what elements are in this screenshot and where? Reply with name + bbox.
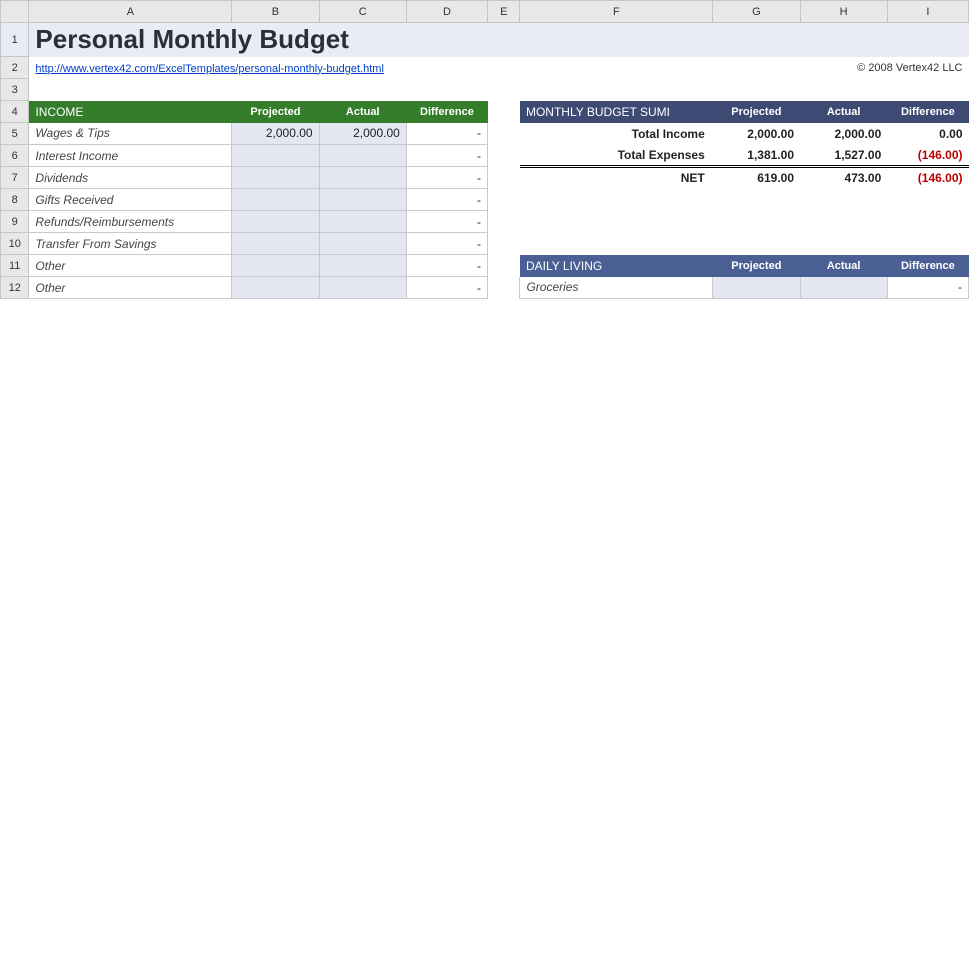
line-item[interactable]: Dividends xyxy=(29,167,232,189)
projected-cell[interactable] xyxy=(232,233,319,255)
line-item[interactable]: Transfer From Savings xyxy=(29,233,232,255)
line-item[interactable]: Refunds/Reimbursements xyxy=(29,211,232,233)
projected-cell[interactable] xyxy=(232,255,319,277)
difference-cell: - xyxy=(406,167,487,189)
summary-header: MONTHLY BUDGET SUMI xyxy=(520,101,713,123)
template-link[interactable]: http://www.vertex42.com/ExcelTemplates/p… xyxy=(35,63,384,75)
actual-cell[interactable] xyxy=(319,145,406,167)
col-header-G[interactable]: G xyxy=(713,1,800,23)
copyright: © 2008 Vertex42 LLC xyxy=(520,57,969,79)
summary-total-expenses: Total Expenses xyxy=(520,145,713,167)
line-item[interactable]: Groceries xyxy=(520,277,713,299)
col-header-A[interactable]: A xyxy=(29,1,232,23)
actual-cell[interactable]: 2,000.00 xyxy=(319,123,406,145)
section-income: INCOME xyxy=(29,101,232,123)
summary-total-income: Total Income xyxy=(520,123,713,145)
actual-cell[interactable] xyxy=(800,277,887,299)
projected-cell[interactable] xyxy=(232,211,319,233)
line-item[interactable]: Wages & Tips xyxy=(29,123,232,145)
line-item[interactable]: Interest Income xyxy=(29,145,232,167)
difference-cell: - xyxy=(406,145,487,167)
projected-cell[interactable] xyxy=(232,189,319,211)
projected-cell[interactable] xyxy=(232,277,319,299)
difference-cell: - xyxy=(406,255,487,277)
actual-cell[interactable] xyxy=(319,211,406,233)
actual-cell[interactable] xyxy=(319,167,406,189)
col-header-C[interactable]: C xyxy=(319,1,406,23)
col-header-E[interactable]: E xyxy=(488,1,520,23)
line-item[interactable]: Other xyxy=(29,255,232,277)
difference-cell: - xyxy=(406,123,487,145)
line-item[interactable]: Other xyxy=(29,277,232,299)
summary-net: NET xyxy=(520,167,713,189)
page-title: Personal Monthly Budget xyxy=(29,23,969,57)
col-header-B[interactable]: B xyxy=(232,1,319,23)
projected-cell[interactable] xyxy=(713,277,800,299)
col-header-I[interactable]: I xyxy=(887,1,968,23)
actual-cell[interactable] xyxy=(319,189,406,211)
col-header-D[interactable]: D xyxy=(406,1,487,23)
actual-cell[interactable] xyxy=(319,277,406,299)
projected-cell[interactable] xyxy=(232,145,319,167)
col-header-H[interactable]: H xyxy=(800,1,887,23)
projected-cell[interactable] xyxy=(232,167,319,189)
difference-cell: - xyxy=(406,277,487,299)
spreadsheet[interactable]: ABCDEFGHI1Personal Monthly Budget2http:/… xyxy=(0,0,969,299)
projected-cell[interactable]: 2,000.00 xyxy=(232,123,319,145)
difference-cell: - xyxy=(887,277,968,299)
col-header-F[interactable]: F xyxy=(520,1,713,23)
difference-cell: - xyxy=(406,189,487,211)
section-daily-living: DAILY LIVING xyxy=(520,255,713,277)
difference-cell: - xyxy=(406,211,487,233)
difference-cell: - xyxy=(406,233,487,255)
actual-cell[interactable] xyxy=(319,255,406,277)
actual-cell[interactable] xyxy=(319,233,406,255)
line-item[interactable]: Gifts Received xyxy=(29,189,232,211)
